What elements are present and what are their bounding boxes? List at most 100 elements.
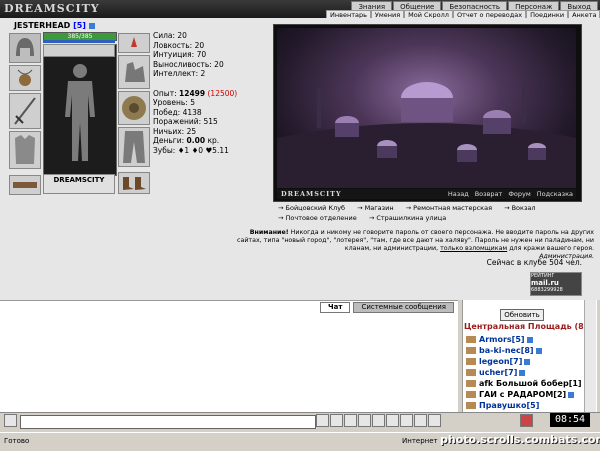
- filter-icon[interactable]: [344, 414, 357, 427]
- pants-icon: [123, 131, 145, 163]
- user-item[interactable]: afk Большой бобер[1]: [466, 379, 590, 388]
- exp-next: (12500): [207, 88, 238, 98]
- gloves-icon: [125, 62, 145, 82]
- user-item[interactable]: Armors[5]: [466, 335, 533, 344]
- loc-fight-club[interactable]: → Бойцовский Клуб: [278, 203, 345, 213]
- loc-repair-label: Ремонтная мастерская: [413, 204, 492, 212]
- stat-losses: Поражений: 515: [153, 117, 218, 126]
- link-hint[interactable]: Подсказка: [537, 190, 573, 198]
- earring-slot[interactable]: [118, 33, 150, 53]
- stat-wins: Побед: 4138: [153, 107, 202, 117]
- user-item[interactable]: ucher[7]: [466, 368, 526, 377]
- weapon-slot[interactable]: [9, 93, 41, 129]
- loc-scary-street-label: Страшилкина улица: [376, 214, 447, 222]
- user-item[interactable]: ba-ki-nec[8]: [466, 346, 542, 355]
- loc-shop-label: Магазин: [364, 204, 394, 212]
- user-item[interactable]: legeon[7]: [466, 357, 531, 366]
- warning-title: Внимание!: [249, 229, 289, 236]
- loc-fight-club-label: Бойцовский Клуб: [285, 204, 346, 212]
- city-scene[interactable]: [277, 28, 576, 188]
- character-level: [5]: [73, 21, 86, 30]
- link-back[interactable]: Назад: [448, 190, 469, 198]
- location-list: → Бойцовский Клуб → Магазин → Ремонтная …: [278, 203, 546, 223]
- app-logo[interactable]: DREAMSCITY: [4, 2, 100, 15]
- exit-icon[interactable]: [428, 414, 441, 427]
- stat-draws: Ничьих: 25: [153, 126, 197, 136]
- info-icon[interactable]: [519, 369, 526, 376]
- boots-slot[interactable]: [118, 172, 150, 194]
- loc-scary-street[interactable]: → Страшилкина улица: [369, 213, 446, 223]
- chat-input[interactable]: [20, 415, 316, 429]
- translit-icon[interactable]: [372, 414, 385, 427]
- belt-icon: [13, 182, 37, 188]
- lock-icon[interactable]: [520, 414, 533, 427]
- status-ready: Готово: [4, 437, 30, 445]
- loc-post-office-label: Почтовое отделение: [285, 214, 357, 222]
- shield-icon: [122, 96, 146, 120]
- belt-slot[interactable]: [9, 175, 41, 195]
- amulet-slot[interactable]: [9, 65, 41, 91]
- friends-icon[interactable]: [400, 414, 413, 427]
- money-value: 0.00: [186, 136, 206, 145]
- info-icon[interactable]: [535, 347, 542, 354]
- smile-icon[interactable]: [4, 414, 17, 427]
- money-label: Деньги:: [153, 136, 185, 145]
- user-name: legeon[7]: [479, 357, 523, 366]
- loc-post-office[interactable]: → Почтовое отделение: [278, 213, 357, 223]
- refresh-button[interactable]: Обновить: [500, 309, 544, 321]
- user-item[interactable]: Правушко[5]: [466, 401, 539, 410]
- amulet-icon: [17, 69, 33, 86]
- loc-repair[interactable]: → Ремонтная мастерская: [406, 203, 492, 213]
- armor-slot[interactable]: [9, 131, 41, 169]
- online-count: Сейчас в клубе 504 чел.: [486, 258, 582, 267]
- counter-line2: mail.ru: [531, 279, 559, 287]
- shield-slot[interactable]: [118, 91, 150, 125]
- link-return[interactable]: Возврат: [475, 190, 503, 198]
- info-icon[interactable]: [568, 391, 575, 398]
- loc-shop[interactable]: → Магазин: [357, 203, 393, 213]
- exp-label: Опыт:: [153, 88, 177, 98]
- send-icon[interactable]: [316, 414, 329, 427]
- user-item[interactable]: ГАИ с РАДАРОМ[2]: [466, 390, 575, 399]
- stat-experience: Опыт: 12499 (12500): [153, 89, 237, 99]
- link-forum[interactable]: Форум: [508, 190, 530, 198]
- city-illustration: [277, 82, 576, 188]
- info-icon[interactable]: [526, 336, 533, 343]
- clan-icon: [466, 391, 476, 398]
- counter-line3: 6883299928: [531, 287, 563, 293]
- security-warning: Внимание! Никогда и никому не говорите п…: [236, 229, 594, 261]
- warning-link[interactable]: только взломщикам: [440, 245, 507, 252]
- tab-system-messages[interactable]: Системные сообщения: [353, 302, 454, 313]
- stat-intuition: Интуиция: 70: [153, 50, 207, 59]
- color-icon[interactable]: [414, 414, 427, 427]
- clan-icon: [466, 358, 476, 365]
- helmet-icon: [16, 38, 34, 56]
- warning-tail: для кражи вашего героя.: [509, 245, 594, 252]
- room-title: Центральная Площадь (8): [464, 322, 588, 331]
- sound-icon[interactable]: [386, 414, 399, 427]
- boots-icon: [123, 177, 146, 190]
- rating-counter[interactable]: РЕЙТИНГ mail.ru 6883299928: [530, 272, 582, 296]
- info-icon[interactable]: [88, 22, 95, 29]
- character-name[interactable]: JESTERHEAD [5]: [14, 21, 95, 30]
- clear-icon[interactable]: [330, 414, 343, 427]
- gloves-slot[interactable]: [118, 55, 150, 89]
- user-name: ГАИ с РАДАРОМ[2]: [479, 390, 567, 399]
- chat-area[interactable]: [0, 300, 458, 413]
- watermark: photo.scrolls.combats.com: [440, 433, 600, 446]
- helmet-slot[interactable]: [9, 33, 41, 63]
- tab-chat[interactable]: Чат: [320, 302, 351, 313]
- stat-strength: Сила: 20: [153, 31, 187, 40]
- info-icon[interactable]: [524, 358, 531, 365]
- clan-icon: [466, 347, 476, 354]
- pants-slot[interactable]: [118, 127, 150, 167]
- stat-money: Деньги: 0.00 кр.: [153, 136, 237, 146]
- ring-slots[interactable]: [43, 44, 115, 57]
- clan-icon: [466, 380, 476, 387]
- loc-station[interactable]: → Вокзал: [504, 203, 535, 213]
- room-scrollbar[interactable]: [584, 300, 596, 412]
- user-name: ucher[7]: [479, 368, 518, 377]
- clan-icon: [466, 369, 476, 376]
- save-icon[interactable]: [358, 414, 371, 427]
